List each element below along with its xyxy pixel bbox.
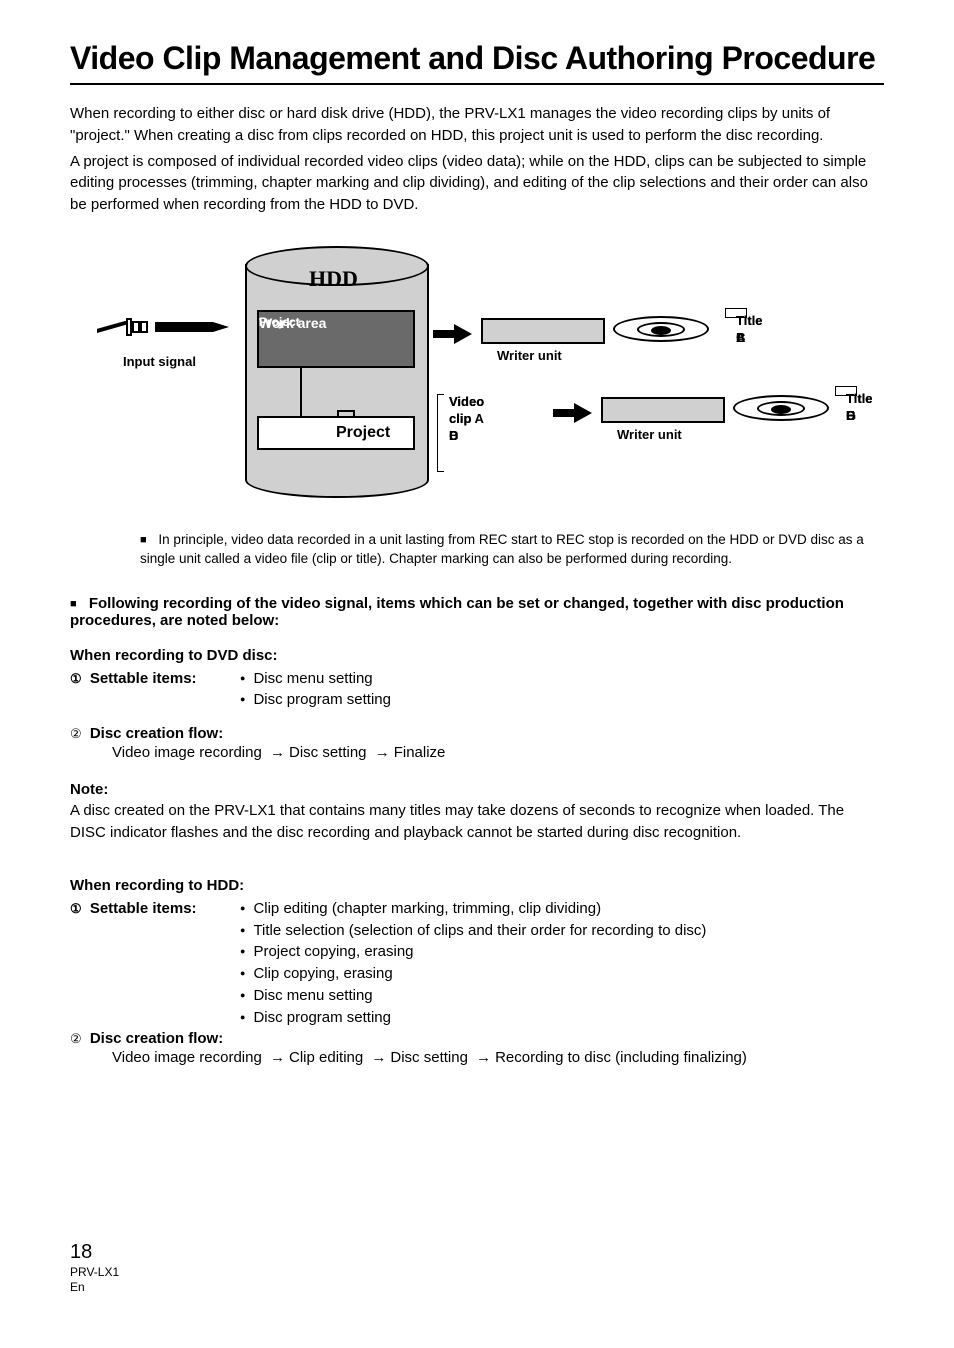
titles-box-2: Title D Title E Title F Title G: [835, 386, 857, 396]
title-rule: [70, 83, 884, 85]
dvd-num2: ②: [70, 726, 82, 742]
flow-diagram: Input signal HDD Work area Project Proje…: [97, 246, 857, 506]
hdd-item-5: Disc menu setting: [253, 987, 372, 1004]
disc-eye-icon-2: [771, 405, 791, 414]
clips-bracket-icon: [437, 394, 444, 472]
page-footer: 18 PRV-LX1 En: [70, 1239, 119, 1296]
dvd-flow-2: Disc setting: [289, 744, 367, 761]
dvd-settable-label: Settable items:: [90, 670, 197, 687]
dvd-heading: When recording to DVD disc:: [70, 647, 884, 664]
disc-eye-icon-1: [651, 326, 671, 335]
project-link-line: [300, 367, 342, 419]
hdd-item-6: Disc program setting: [253, 1009, 391, 1026]
dvd-flow-label: Disc creation flow:: [90, 725, 223, 742]
arrow-stem-icon: [433, 330, 455, 338]
hdd-flow-label: Disc creation flow:: [90, 1030, 223, 1047]
hdd-flow-3: Disc setting: [390, 1049, 468, 1066]
hdd-flow-1: Video image recording: [112, 1049, 262, 1066]
arrow-stem-icon-2: [553, 409, 575, 417]
hdd-item-1: Clip editing (chapter marking, trimming,…: [253, 900, 601, 917]
writer-unit-box-1: [481, 318, 605, 344]
input-signal-label: Input signal: [123, 354, 196, 369]
intro-para-1: When recording to either disc or hard di…: [70, 103, 884, 147]
note-label: Note:: [70, 781, 108, 798]
titles-box-1: Title A Title B Title C: [725, 308, 747, 318]
footer-lang: En: [70, 1280, 119, 1296]
page-title: Video Clip Management and Disc Authoring…: [70, 40, 884, 77]
title-c: Title C: [736, 313, 763, 347]
dvd-flow-1: Video image recording: [112, 744, 262, 761]
hdd-heading: When recording to HDD:: [70, 877, 884, 894]
hdd-num2: ②: [70, 1031, 82, 1047]
hdd-settable-row: ① Settable items: Clip editing (chapter …: [70, 898, 884, 1029]
hdd-item-3: Project copying, erasing: [253, 943, 413, 960]
title-g: Title G: [846, 391, 873, 425]
hdd-flow-4: Recording to disc (including finalizing): [495, 1049, 747, 1066]
hdd-item-2: Title selection (selection of clips and …: [253, 922, 706, 939]
project-label: Project: [336, 418, 390, 448]
writer-unit-label-1: Writer unit: [497, 348, 562, 363]
note-body: A disc created on the PRV-LX1 that conta…: [70, 800, 884, 843]
page-number: 18: [70, 1239, 119, 1265]
arrow-right-icon-2: [574, 403, 592, 423]
dvd-flow-3: Finalize: [394, 744, 446, 761]
hdd-flow: Video image recording Clip editing Disc …: [112, 1049, 884, 1066]
dvd-item-2: Disc program setting: [253, 691, 391, 708]
hdd-flow-2: Clip editing: [289, 1049, 363, 1066]
hdd-settable-label: Settable items:: [90, 900, 197, 917]
input-connector-icon: [97, 318, 243, 352]
page: Video Clip Management and Disc Authoring…: [0, 0, 954, 1348]
hdd-cylinder: HDD Work area Project Project Project: [245, 246, 425, 496]
dvd-num1: ①: [70, 670, 82, 689]
hdd-num1: ①: [70, 900, 82, 919]
following-heading: Following recording of the video signal,…: [70, 595, 884, 629]
work-area-box: Work area Project Project: [257, 310, 415, 368]
intro-para-2: A project is composed of individual reco…: [70, 151, 884, 216]
writer-unit-box-2: [601, 397, 725, 423]
hdd-item-4: Clip copying, erasing: [253, 965, 392, 982]
principle-note: In principle, video data recorded in a u…: [140, 531, 884, 569]
dvd-settable-row: ① Settable items: Disc menu setting Disc…: [70, 668, 884, 712]
dvd-item-1: Disc menu setting: [253, 670, 372, 687]
footer-model: PRV-LX1: [70, 1265, 119, 1281]
dvd-flow: Video image recording Disc setting Final…: [112, 744, 884, 761]
project-box: Project: [257, 416, 415, 450]
clip-d: Video clip D: [449, 394, 484, 445]
writer-unit-label-2: Writer unit: [617, 427, 682, 442]
hdd-label: HDD: [309, 266, 358, 292]
arrow-right-icon: [454, 324, 472, 344]
work-area-sub2: Project: [259, 315, 300, 330]
